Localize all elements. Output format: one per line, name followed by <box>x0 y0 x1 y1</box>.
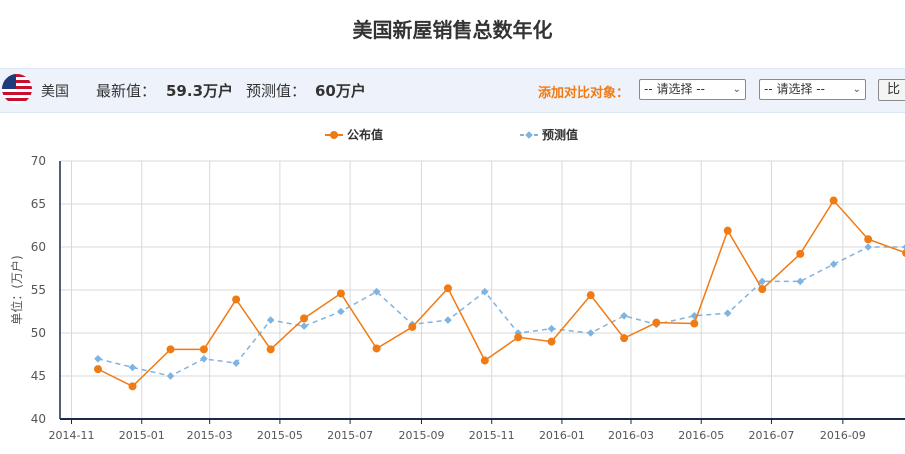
chart-axes: 40 45 50 55 60 65 70 2014-11 2015-01 2015-03 2015-… <box>9 154 905 442</box>
published-point <box>864 235 873 244</box>
published-point <box>266 345 275 354</box>
published-point <box>829 196 838 205</box>
published-point <box>232 295 241 304</box>
forecast-point <box>620 312 628 320</box>
x-tick-label: 2015-03 <box>187 429 233 442</box>
published-point <box>480 356 489 365</box>
forecast-point <box>94 355 102 363</box>
published-point <box>199 345 208 354</box>
latest-value: 59.3万户 <box>166 82 234 100</box>
legend-label: 公布值 <box>347 127 383 142</box>
chart-series <box>93 196 905 391</box>
chevron-down-icon: ⌄ <box>852 84 861 95</box>
published-point <box>690 319 699 328</box>
forecast-point <box>864 243 872 251</box>
page-title: 美国新屋销售总数年化 <box>352 18 553 42</box>
y-tick-label: 60 <box>31 240 46 254</box>
series-line-published <box>97 199 905 388</box>
y-axis-label: 单位：(万户) <box>9 255 24 324</box>
published-point <box>620 334 629 343</box>
y-tick-label: 40 <box>31 412 46 426</box>
y-tick-label: 55 <box>31 283 46 297</box>
compare-select-2-value: -- 请选择 -- <box>764 82 825 96</box>
chart-grid <box>60 160 905 419</box>
forecast-point <box>796 277 805 286</box>
series-line-forecast <box>97 246 905 377</box>
country-name: 美国 <box>41 84 69 100</box>
compare-select-1[interactable]: -- 请选择 -- ⌄ <box>639 79 746 100</box>
published-point <box>758 285 767 294</box>
chart: 公布值 预测值 40 45 50 55 60 65 70 2014-11 2015-01 2015-… <box>9 127 905 442</box>
forecast-point <box>128 363 137 372</box>
published-point <box>166 345 175 354</box>
x-tick-label: 2014-11 <box>49 429 95 442</box>
forecast-point <box>337 307 345 316</box>
x-tick-label: 2016-09 <box>820 429 866 442</box>
published-point <box>547 337 556 346</box>
x-tick-label: 2015-05 <box>257 429 303 442</box>
compare-select-1-value: -- 请选择 -- <box>644 82 705 96</box>
published-point <box>514 333 523 342</box>
us-flag-icon <box>2 74 32 104</box>
legend-marker <box>330 131 338 139</box>
published-point <box>652 318 661 327</box>
published-point <box>336 289 345 298</box>
add-compare-label: 添加对比对象： <box>538 86 630 101</box>
chevron-down-icon: ⌄ <box>732 84 741 95</box>
chart-legend: 公布值 预测值 <box>325 127 578 142</box>
published-point <box>93 365 102 374</box>
legend-marker <box>525 131 533 139</box>
forecast-point <box>166 372 175 380</box>
latest-value-label: 最新值： <box>96 82 157 100</box>
forecast-point <box>444 316 452 324</box>
forecast-point <box>547 324 556 333</box>
forecast-point <box>300 322 308 330</box>
forecast-point <box>200 355 208 363</box>
forecast-value-label: 预测值： <box>246 82 307 100</box>
x-tick-label: 2016-01 <box>539 429 585 442</box>
x-tick-label: 2015-09 <box>399 429 445 442</box>
y-tick-label: 70 <box>31 154 46 168</box>
legend-label: 预测值 <box>542 127 578 142</box>
x-tick-label: 2016-03 <box>608 429 654 442</box>
x-tick-label: 2015-01 <box>119 429 165 442</box>
published-point <box>586 291 595 300</box>
forecast-point <box>829 260 838 268</box>
x-tick-label: 2016-05 <box>678 429 724 442</box>
published-point <box>723 226 732 235</box>
y-tick-label: 65 <box>31 197 46 211</box>
x-tick-label: 2015-07 <box>327 429 373 442</box>
y-tick-label: 45 <box>31 369 46 383</box>
published-point <box>300 314 309 323</box>
published-point <box>128 382 137 391</box>
compare-button[interactable]: 比 <box>878 79 905 101</box>
published-point <box>796 249 805 258</box>
published-point <box>443 284 452 293</box>
y-tick-label: 50 <box>31 326 46 340</box>
published-point <box>408 322 417 331</box>
forecast-value: 60万户 <box>315 82 366 100</box>
x-tick-label: 2016-07 <box>748 429 794 442</box>
forecast-point <box>266 316 275 324</box>
compare-select-2[interactable]: -- 请选择 -- ⌄ <box>759 79 866 100</box>
x-tick-label: 2015-11 <box>469 429 515 442</box>
forecast-point <box>723 309 732 318</box>
forecast-point <box>586 329 595 337</box>
published-point <box>372 344 381 353</box>
